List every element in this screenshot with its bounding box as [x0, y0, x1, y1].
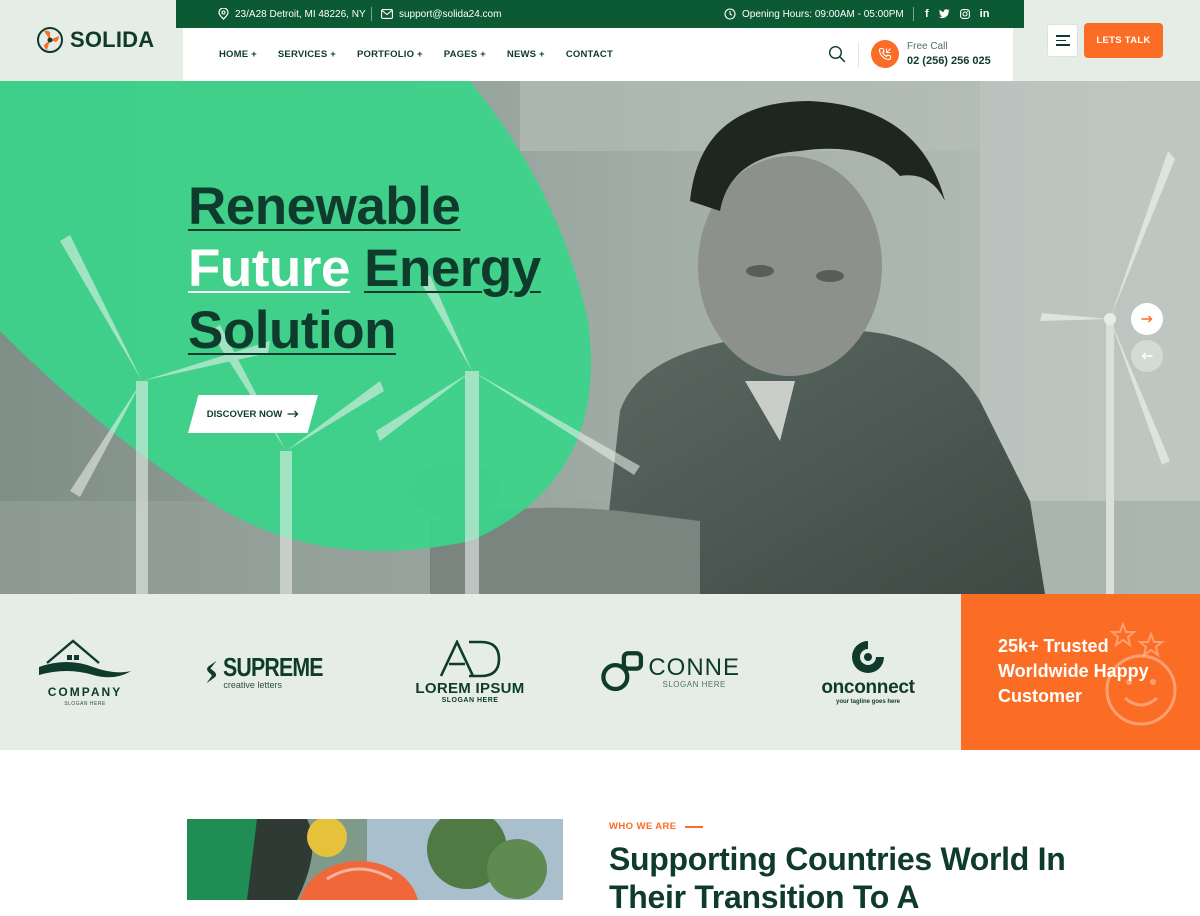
eyebrow-line [684, 825, 703, 828]
hero-background-photo [0, 81, 1200, 594]
brand-logo-company: COMPANY SLOGAN HERE [30, 594, 140, 750]
nav-item-portfolio[interactable]: PORTFOLIO + [357, 49, 423, 60]
lets-talk-button[interactable]: LETS TALK [1084, 23, 1163, 58]
email-text[interactable]: support@solida24.com [399, 9, 501, 20]
header-center: 23/A28 Detroit, MI 48226, NY support@sol… [176, 0, 1024, 81]
nav-item-news[interactable]: NEWS + [507, 49, 545, 60]
button-label-wrap: DISCOVER NOW [188, 395, 318, 433]
arrow-right-icon [1141, 315, 1153, 323]
topbar-divider [913, 7, 914, 21]
turbine-logo-icon [37, 27, 63, 53]
menu-line [1056, 44, 1070, 46]
slider-prev-button[interactable] [1131, 340, 1163, 372]
hamburger-menu-button[interactable] [1047, 24, 1078, 57]
trusted-customers-box: 25k+ Trusted Worldwide Happy Customer [961, 594, 1200, 750]
hero-slider: Renewable Future Energy Solution DISCOVE… [0, 81, 1200, 594]
onconnect-tagline: your tagline goes here [835, 699, 901, 705]
free-call-label: Free Call [907, 41, 948, 52]
nav-item-home[interactable]: HOME + [219, 49, 257, 60]
clock-history-icon [724, 8, 736, 20]
phone-icon [878, 47, 892, 61]
nav-menu: HOME + SERVICES + PORTFOLIO + PAGES + NE… [219, 28, 613, 81]
brand-logo-supreme: SUPREME creative letters [205, 594, 345, 750]
main-navbar: HOME + SERVICES + PORTFOLIO + PAGES + NE… [183, 28, 1013, 81]
company-slogan: SLOGAN HERE [64, 701, 106, 707]
slider-next-button[interactable] [1131, 303, 1163, 335]
topbar-divider [371, 7, 372, 21]
discover-label: DISCOVER NOW [206, 408, 283, 420]
menu-line [1056, 39, 1066, 42]
conne-slogan: SLOGAN HERE [662, 679, 726, 689]
discover-now-button[interactable]: DISCOVER NOW [188, 395, 318, 433]
brand-logo-onconnect: onconnect your tagline goes here [805, 594, 931, 750]
social-links: f in [925, 0, 989, 28]
onconnect-brand-name: onconnect [821, 677, 915, 698]
address-text: 23/A28 Detroit, MI 48226, NY [235, 8, 366, 20]
s-shape-logo-icon [206, 660, 217, 684]
worker-hardhat-photo [187, 819, 563, 900]
mail-icon [381, 9, 393, 19]
nav-item-contact[interactable]: CONTACT [566, 49, 613, 60]
location-pin-icon [218, 8, 229, 20]
arrow-right-icon [287, 410, 299, 418]
facebook-icon[interactable]: f [925, 8, 929, 20]
ad-monogram-logo-icon [439, 640, 501, 678]
brand-logo-conne: CONNE SLOGAN HERE [600, 594, 740, 750]
headline-highlight: Future [188, 239, 350, 298]
trusted-customers-text: 25k+ Trusted Worldwide Happy Customer [998, 636, 1149, 706]
logo-text: SOLIDA [70, 27, 155, 52]
menu-line [1056, 35, 1070, 37]
phone-call-button[interactable] [871, 40, 899, 68]
supreme-brand-name: SUPREME [223, 652, 324, 682]
about-heading: Supporting Countries World In Their Tran… [609, 841, 1066, 915]
target-o-logo-icon [852, 641, 884, 673]
hero-headline: Renewable Future Energy Solution [188, 176, 541, 362]
conne-text: CONNE SLOGAN HERE [648, 653, 740, 689]
lorem-brand-name: LOREM IPSUM [415, 680, 525, 697]
email-info[interactable]: support@solida24.com [381, 0, 501, 28]
arrow-left-icon [1141, 352, 1153, 360]
company-brand-name: COMPANY [47, 685, 123, 699]
search-icon[interactable] [828, 45, 846, 63]
hours-text: Opening Hours: 09:00AM - 05:00PM [742, 8, 904, 20]
instagram-icon[interactable] [959, 9, 970, 19]
eyebrow-label: WHO WE ARE [609, 821, 677, 832]
headline-line-2: Energy [364, 239, 541, 298]
brand-logo-lorem-ipsum: LOREM IPSUM SLOGAN HERE [405, 594, 535, 750]
address-info: 23/A28 Detroit, MI 48226, NY [218, 0, 366, 28]
brand-logos-strip: COMPANY SLOGAN HERE SUPREME creative let… [0, 594, 1200, 750]
linked-shapes-logo-icon [601, 651, 644, 692]
section-eyebrow: WHO WE ARE [609, 821, 703, 832]
nav-divider [858, 42, 859, 68]
house-wave-logo-icon [39, 639, 131, 678]
phone-number[interactable]: 02 (256) 256 025 [907, 55, 991, 67]
conne-brand-name: CONNE [648, 653, 740, 681]
about-image [187, 819, 563, 900]
twitter-icon[interactable] [938, 9, 950, 19]
supreme-text: SUPREME creative letters [223, 654, 345, 690]
site-header: SOLIDA 23/A28 Detroit, MI 48226, NY supp… [0, 0, 1200, 81]
headline-line-3: Solution [188, 301, 396, 360]
hours-info: Opening Hours: 09:00AM - 05:00PM [724, 0, 904, 28]
linkedin-icon[interactable]: in [980, 8, 990, 20]
nav-item-services[interactable]: SERVICES + [278, 49, 336, 60]
lorem-slogan: SLOGAN HERE [441, 697, 499, 704]
headline-line-1: Renewable [188, 177, 461, 236]
top-info-bar: 23/A28 Detroit, MI 48226, NY support@sol… [176, 0, 1024, 28]
nav-item-pages[interactable]: PAGES + [444, 49, 486, 60]
logo[interactable]: SOLIDA [36, 26, 154, 54]
